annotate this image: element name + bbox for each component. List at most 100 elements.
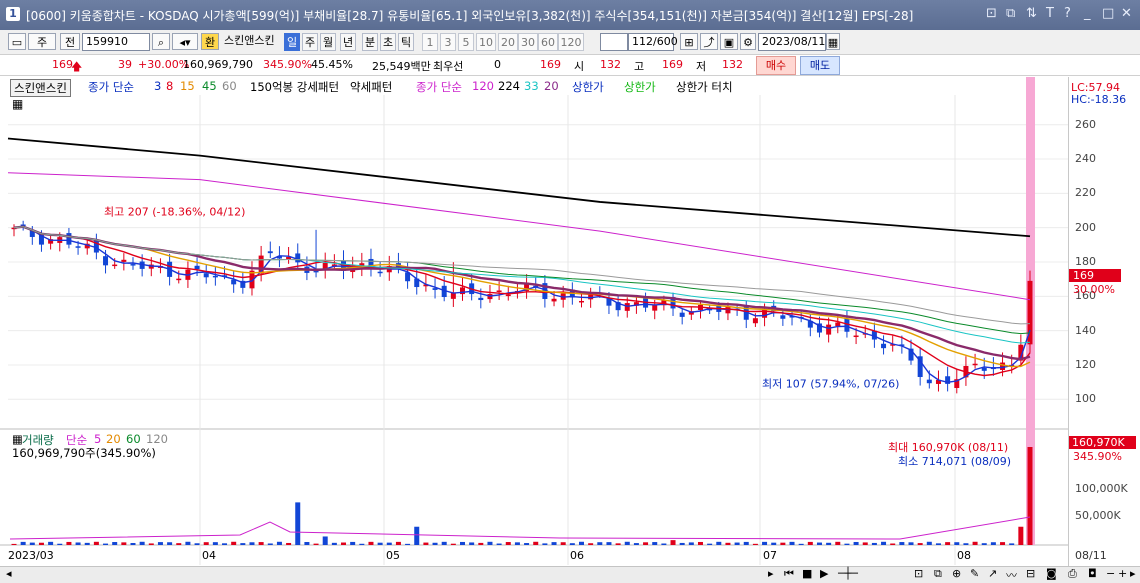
copy-icon[interactable]: ⧉ <box>934 567 942 581</box>
zoom-icon[interactable]: ⊡ <box>914 567 923 580</box>
sort-icon[interactable]: ⇅ <box>1026 6 1037 21</box>
volume-bar <box>368 541 374 545</box>
volume-bar <box>853 541 859 545</box>
zoom-slider-icon[interactable]: ─┼─ <box>838 567 858 580</box>
volume-bar <box>972 541 978 545</box>
scroll-left-icon[interactable]: ◂ <box>6 567 12 580</box>
tab-week[interactable]: 주 <box>302 33 318 51</box>
right-axis: LC:57.94 HC:-18.36 100 120 140 160 180 200 220… <box>1068 77 1140 582</box>
tab-tick[interactable]: 틱 <box>398 33 414 51</box>
tab-year[interactable]: 년 <box>340 33 356 51</box>
volume-bar <box>240 543 246 545</box>
window-title: [0600] 키움종합차트 - KOSDAQ 시가총액[599(억)] 부채비율… <box>26 9 914 23</box>
y-tick-220: 220 <box>1075 186 1096 200</box>
chart-icon[interactable]: ▭ <box>8 33 26 50</box>
settings-icon[interactable]: ⚙ <box>740 33 756 50</box>
minimize-icon[interactable]: _ <box>1084 6 1091 21</box>
volume-ma60: 60 <box>126 432 141 446</box>
stock-code-input[interactable]: 159910 <box>82 33 150 51</box>
open-label: 시 <box>574 60 585 73</box>
ma224-line <box>7 137 1031 238</box>
stop-icon[interactable]: ■ <box>802 567 812 580</box>
sell-button[interactable]: 매도 <box>800 56 840 75</box>
period-dropdown[interactable] <box>600 33 628 51</box>
candle-body <box>176 278 182 281</box>
volume-bar <box>377 542 383 545</box>
line-icon[interactable]: ↗ <box>988 567 997 580</box>
period-60[interactable]: 60 <box>538 33 558 51</box>
volume-bar <box>734 542 740 545</box>
restore-icon[interactable]: ⊡ <box>986 6 997 21</box>
volume-bar <box>524 543 530 545</box>
period-120[interactable]: 120 <box>558 33 584 51</box>
last-pct-label: 30.00% <box>1073 283 1115 296</box>
candle-body <box>826 324 832 335</box>
close-icon[interactable]: ✕ <box>1121 6 1132 21</box>
zoom-out-icon[interactable]: − <box>1106 567 1115 580</box>
text-icon[interactable]: T <box>1046 6 1054 21</box>
prev-button[interactable]: 전 <box>60 33 80 50</box>
tab-month[interactable]: 월 <box>320 33 336 51</box>
period-20[interactable]: 20 <box>498 33 518 51</box>
period-5[interactable]: 5 <box>458 33 474 51</box>
volume-bar <box>176 543 182 545</box>
price-chart[interactable]: 최고 207 (-18.36%, 04/12) 최저 107 (57.94%, 0… <box>0 77 1068 582</box>
period-3[interactable]: 3 <box>440 33 456 51</box>
candle-body <box>551 298 557 302</box>
scroll-end-icon[interactable]: ▸ <box>1130 567 1136 580</box>
volume-bar <box>286 542 292 545</box>
wave-icon[interactable]: 〰 <box>1006 567 1017 583</box>
count-input[interactable]: 112/600 <box>628 33 678 51</box>
grid-icon[interactable]: ⊞ <box>680 33 698 50</box>
draw-icon[interactable]: ✎ <box>970 567 979 580</box>
chart-area[interactable]: 스킨앤스킨 종가 단순 3 8 15 45 60 150억봉 강세패턴 약세패턴… <box>0 77 1140 582</box>
date-input[interactable]: 2023/08/11 <box>758 33 826 51</box>
title-bar: 1 [0600] 키움종합차트 - KOSDAQ 시가총액[599(억)] 부채… <box>0 0 1140 30</box>
candle-body <box>267 251 273 254</box>
candle-body <box>835 322 841 327</box>
maximize-icon[interactable]: □ <box>1102 6 1114 21</box>
play-icon[interactable]: ▶ <box>820 567 828 580</box>
candle-body <box>752 318 758 324</box>
low-label: 저 <box>696 60 707 73</box>
volume-bar <box>542 543 548 545</box>
period-1[interactable]: 1 <box>422 33 438 51</box>
tile-icon[interactable]: ⧉ <box>1006 6 1015 21</box>
candle-body <box>112 264 118 267</box>
tab-minute[interactable]: 분 <box>362 33 378 51</box>
volume-bar <box>386 542 392 545</box>
volume-bar <box>954 542 960 545</box>
type-select[interactable]: 주 <box>28 33 56 50</box>
volume-bar <box>917 543 923 545</box>
volume-bar <box>807 541 813 545</box>
trend-icon[interactable]: ⤴ <box>700 33 718 50</box>
change-pct: +30.00% <box>138 58 190 71</box>
lock-icon[interactable]: ⊟ <box>1026 567 1035 580</box>
speaker-icon[interactable]: ◂▾ <box>172 33 198 50</box>
print-icon[interactable]: ⎙ <box>1068 567 1077 581</box>
period-10[interactable]: 10 <box>476 33 496 51</box>
candle-body <box>496 290 502 292</box>
period-30[interactable]: 30 <box>518 33 538 51</box>
save-icon[interactable]: ▣ <box>720 33 738 50</box>
volume-bar <box>725 542 731 545</box>
crosshair-icon[interactable]: ⊕ <box>952 567 961 580</box>
zoom-in-icon[interactable]: + <box>1118 567 1127 580</box>
bottom-scrollbar[interactable]: ◂ ▸ ⏮ ■ ▶ ─┼─ ⊡ ⧉ ⊕ ✎ ↗ 〰 ⊟ ◙ ⎙ ◘ − + ▸ <box>0 566 1140 583</box>
calendar-icon[interactable]: ▦ <box>826 33 840 50</box>
search-icon[interactable]: ⌕ <box>152 33 170 50</box>
preferred-price: 169 <box>540 58 561 71</box>
camera2-icon[interactable]: ◘ <box>1088 567 1097 580</box>
volume-bar <box>460 541 466 545</box>
scroll-right-icon[interactable]: ▸ <box>768 567 774 580</box>
buy-button[interactable]: 매수 <box>756 56 796 75</box>
tab-second[interactable]: 초 <box>380 33 396 51</box>
camera-icon[interactable]: ◙ <box>1046 567 1057 580</box>
help-icon[interactable]: ? <box>1064 6 1071 21</box>
high-label: 고 <box>634 60 645 73</box>
highlight-button[interactable]: 환 <box>201 33 219 50</box>
volume-bar <box>450 543 456 545</box>
volume-bar <box>597 542 603 545</box>
first-icon[interactable]: ⏮ <box>784 567 794 581</box>
tab-day[interactable]: 일 <box>284 33 300 51</box>
